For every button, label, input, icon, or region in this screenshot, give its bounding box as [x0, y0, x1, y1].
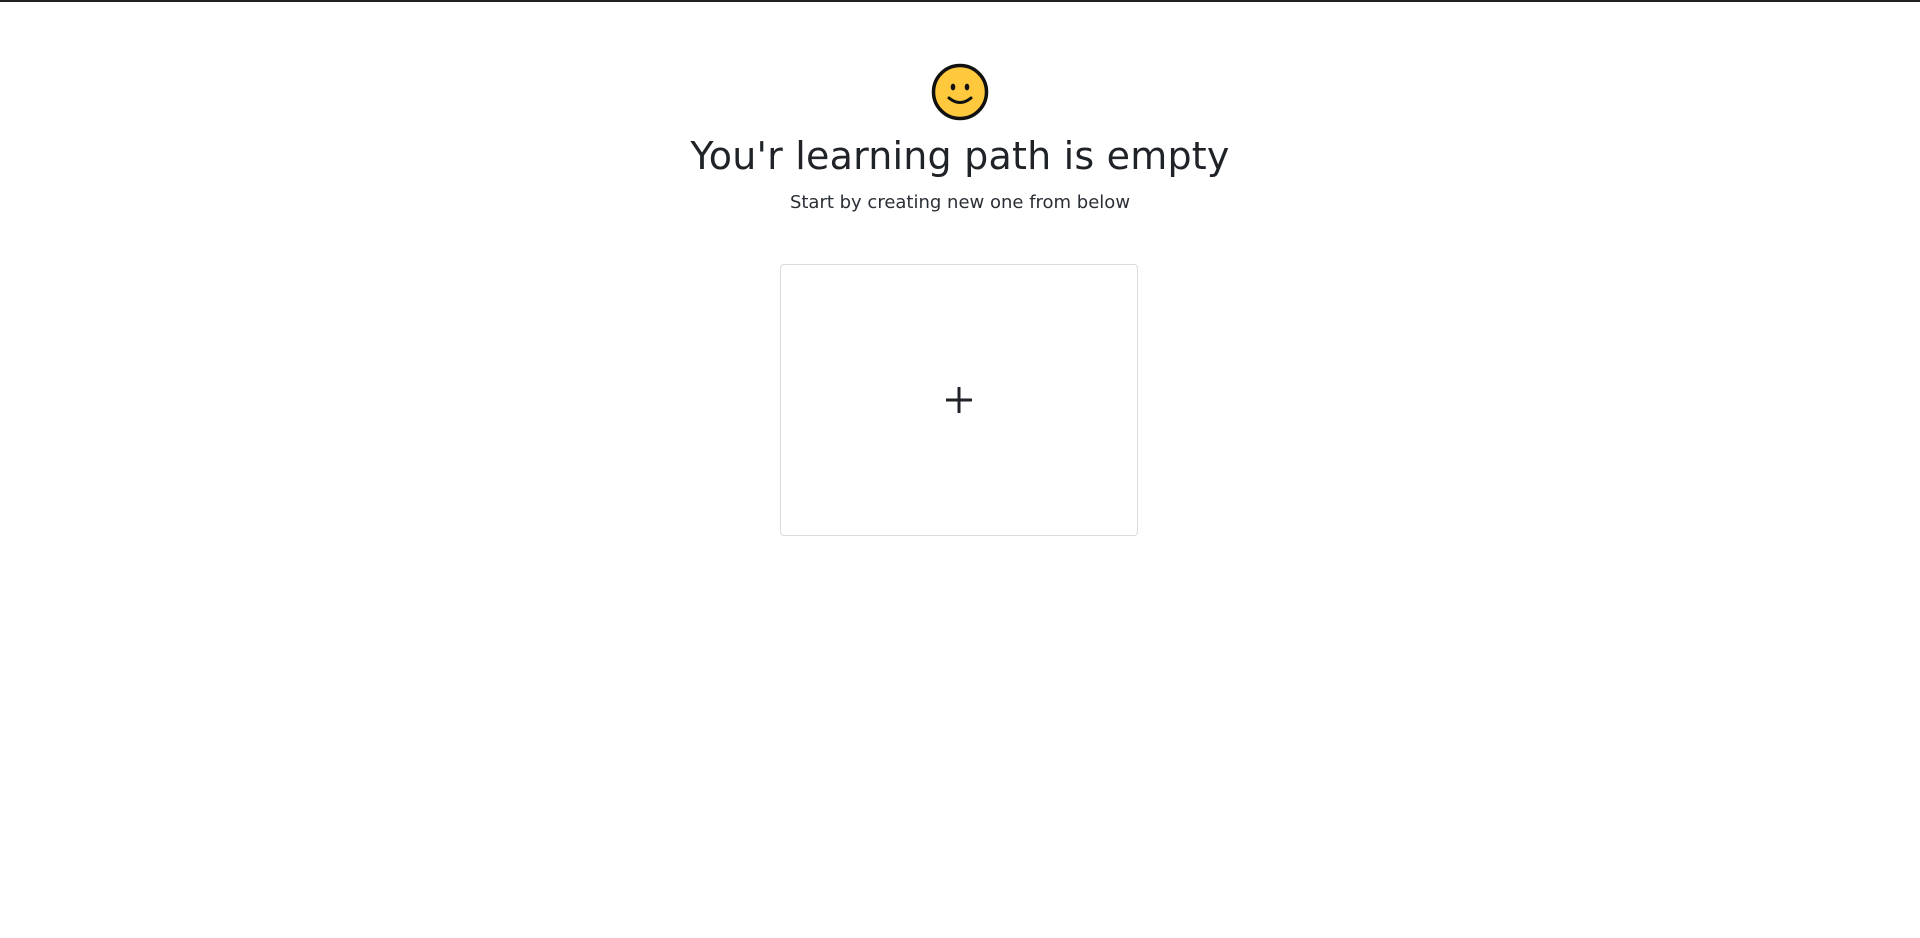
create-learning-path-card[interactable]	[780, 264, 1138, 536]
top-border	[0, 0, 1920, 2]
smiley-face-icon	[931, 63, 989, 121]
empty-state-title: You'r learning path is empty	[690, 134, 1230, 178]
empty-state-subtitle: Start by creating new one from below	[789, 192, 1131, 213]
plus-icon	[781, 265, 1137, 535]
